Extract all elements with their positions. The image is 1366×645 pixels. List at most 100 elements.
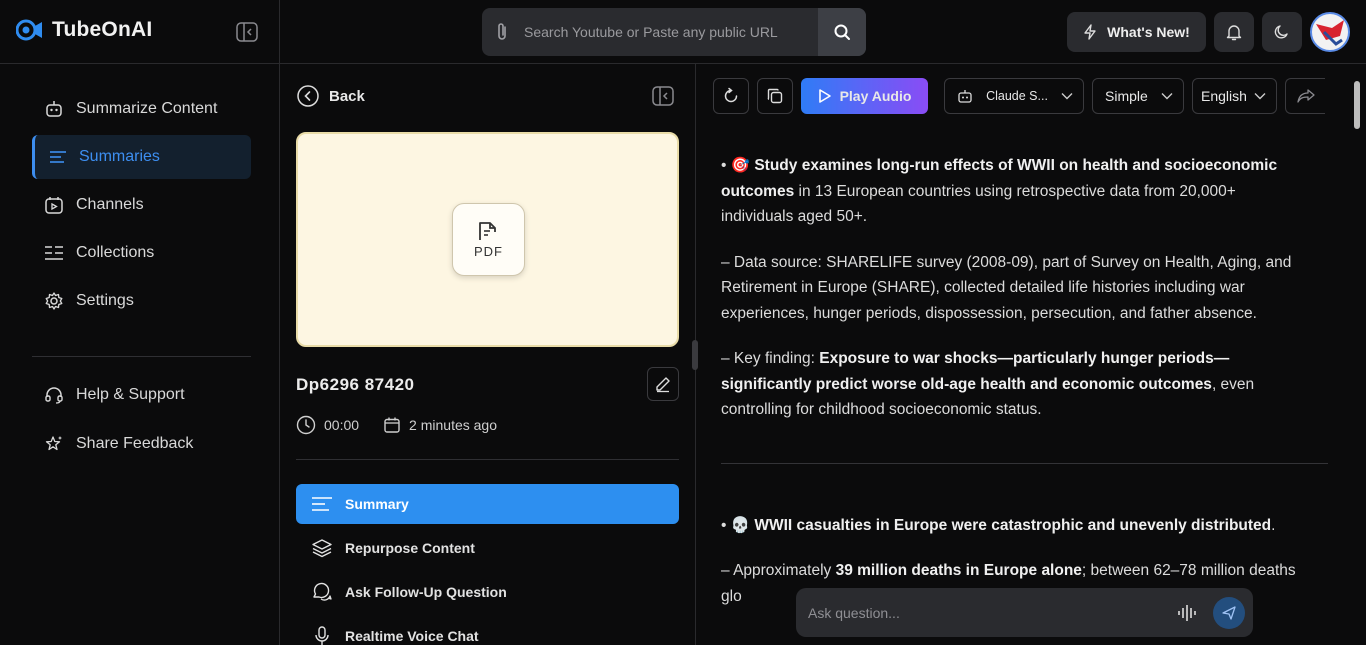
play-audio-button[interactable]: Play Audio xyxy=(801,78,928,114)
menu-item-label: Ask Follow-Up Question xyxy=(345,584,507,600)
document-meta: 00:00 2 minutes ago xyxy=(296,415,497,435)
summary-paragraph: – Key finding: Exposure to war shocks—pa… xyxy=(721,346,1311,423)
edit-title-button[interactable] xyxy=(647,367,679,401)
sidebar-item-label: Collections xyxy=(76,244,155,261)
bullet-marker: • 💀 xyxy=(721,516,755,534)
sidebar-item-summarize-content[interactable]: Summarize Content xyxy=(32,87,251,131)
menu-item-label: Summary xyxy=(345,496,409,512)
search-input[interactable] xyxy=(516,8,818,56)
headset-icon xyxy=(45,387,63,404)
sidebar-item-settings[interactable]: Settings xyxy=(32,279,251,323)
search-icon xyxy=(834,24,850,40)
scrollbar[interactable] xyxy=(1352,65,1362,645)
pdf-label: PDF xyxy=(474,244,503,259)
style-select[interactable]: Simple xyxy=(1092,78,1184,114)
avatar-image-icon xyxy=(1316,20,1344,46)
model-bot-icon xyxy=(958,90,972,103)
theme-toggle-button[interactable] xyxy=(1262,12,1302,52)
robot-icon xyxy=(46,101,62,117)
sidebar-item-label: Share Feedback xyxy=(76,435,194,452)
gear-icon xyxy=(45,292,63,310)
whats-new-button[interactable]: What's New! xyxy=(1067,12,1206,52)
summary-paragraph: – Data source: SHARELIFE survey (2008-09… xyxy=(721,253,1292,322)
ask-question-input[interactable] xyxy=(808,604,1177,621)
document-title: Dp6296 87420 xyxy=(296,375,415,394)
list-lines-icon xyxy=(50,151,66,163)
summary-text: – Approximately xyxy=(721,562,836,579)
sidebar-item-channels[interactable]: Channels xyxy=(32,183,251,227)
ask-question-bar xyxy=(796,588,1253,637)
send-icon xyxy=(1222,605,1236,620)
summary-paragraph: • 🎯 Study examines long-run effects of W… xyxy=(721,153,1311,230)
detail-panel: Back PDF Dp6296 87420 00:00 2 minutes ag… xyxy=(280,65,695,645)
menu-item-label: Repurpose Content xyxy=(345,540,475,556)
calendar-tv-icon xyxy=(45,197,63,214)
play-icon xyxy=(818,89,831,103)
voice-wave-icon[interactable] xyxy=(1177,603,1199,623)
summary-paragraph: • 💀 WWII casualties in Europe were catas… xyxy=(721,513,1311,539)
notifications-button[interactable] xyxy=(1214,12,1254,52)
summary-highlight: 39 million deaths in Europe alone xyxy=(835,562,1082,579)
pencil-icon xyxy=(656,377,670,393)
search-bar xyxy=(482,8,866,56)
menu-item-realtime-voice-chat[interactable]: Realtime Voice Chat xyxy=(296,616,679,645)
document-thumbnail: PDF xyxy=(296,132,679,347)
panel-collapse-icon[interactable] xyxy=(652,86,674,106)
brand-name: TubeOnAI xyxy=(52,18,153,41)
sidebar-item-collections[interactable]: Collections xyxy=(32,231,251,275)
paperclip-icon xyxy=(482,22,516,42)
search-button[interactable] xyxy=(818,8,866,56)
sidebar-item-label: Settings xyxy=(76,292,134,309)
send-button[interactable] xyxy=(1213,596,1245,629)
play-audio-label: Play Audio xyxy=(839,88,912,104)
summary-text: . xyxy=(1271,516,1276,534)
tubeonai-logo-icon xyxy=(16,19,42,41)
sidebar-item-label: Summaries xyxy=(79,148,160,165)
copy-icon xyxy=(767,88,783,104)
menu-item-label: Realtime Voice Chat xyxy=(345,628,479,644)
clock-icon xyxy=(296,415,316,435)
avatar[interactable] xyxy=(1310,12,1350,52)
pdf-file-icon xyxy=(478,222,496,240)
summary-lines-icon xyxy=(312,497,332,511)
sidebar-item-summaries[interactable]: Summaries xyxy=(32,135,251,179)
whats-new-label: What's New! xyxy=(1107,24,1190,40)
sidebar-separator xyxy=(32,356,251,357)
sidebar-item-share-feedback[interactable]: Share Feedback xyxy=(32,422,251,466)
share-arrow-icon xyxy=(1296,89,1315,103)
regenerate-button[interactable] xyxy=(713,78,749,114)
calendar-icon xyxy=(384,417,400,433)
language-value: English xyxy=(1201,88,1247,104)
back-label: Back xyxy=(329,87,365,105)
model-value: Claude S... xyxy=(986,89,1048,103)
model-select[interactable]: Claude S... xyxy=(944,78,1084,114)
style-value: Simple xyxy=(1105,88,1148,104)
share-button[interactable] xyxy=(1285,78,1325,114)
summary-content: • 🎯 Study examines long-run effects of W… xyxy=(721,153,1328,629)
chat-bubbles-icon xyxy=(313,582,332,601)
moon-icon xyxy=(1274,25,1288,39)
section-divider xyxy=(721,462,1328,464)
menu-item-ask-follow-up[interactable]: Ask Follow-Up Question xyxy=(296,572,679,612)
sidebar-collapse-icon[interactable] xyxy=(236,22,258,42)
summary-text: in 13 European countries using retrospec… xyxy=(721,182,1236,226)
language-select[interactable]: English xyxy=(1192,78,1277,114)
scrollbar-thumb[interactable] xyxy=(1354,81,1360,129)
summary-text: – Key finding: xyxy=(721,350,820,367)
pdf-tile: PDF xyxy=(452,203,525,276)
brand-logo[interactable]: TubeOnAI xyxy=(16,18,152,42)
bullet-marker: • 🎯 xyxy=(721,157,755,174)
summary-panel: Play Audio Claude S... Simple English • … xyxy=(696,65,1366,645)
star-sparkle-icon xyxy=(45,436,62,451)
copy-button[interactable] xyxy=(757,78,793,114)
app-root: TubeOnAI What's New! xyxy=(0,0,1366,645)
sidebar-item-help-support[interactable]: Help & Support xyxy=(32,373,251,417)
sidebar-item-label: Help & Support xyxy=(76,386,185,403)
menu-item-repurpose-content[interactable]: Repurpose Content xyxy=(296,528,679,568)
microphone-icon xyxy=(315,626,329,645)
refresh-icon xyxy=(724,87,738,103)
menu-item-summary[interactable]: Summary xyxy=(296,484,679,524)
back-arrow-icon xyxy=(297,85,319,107)
detail-separator xyxy=(296,459,679,460)
back-button[interactable]: Back xyxy=(297,85,365,107)
